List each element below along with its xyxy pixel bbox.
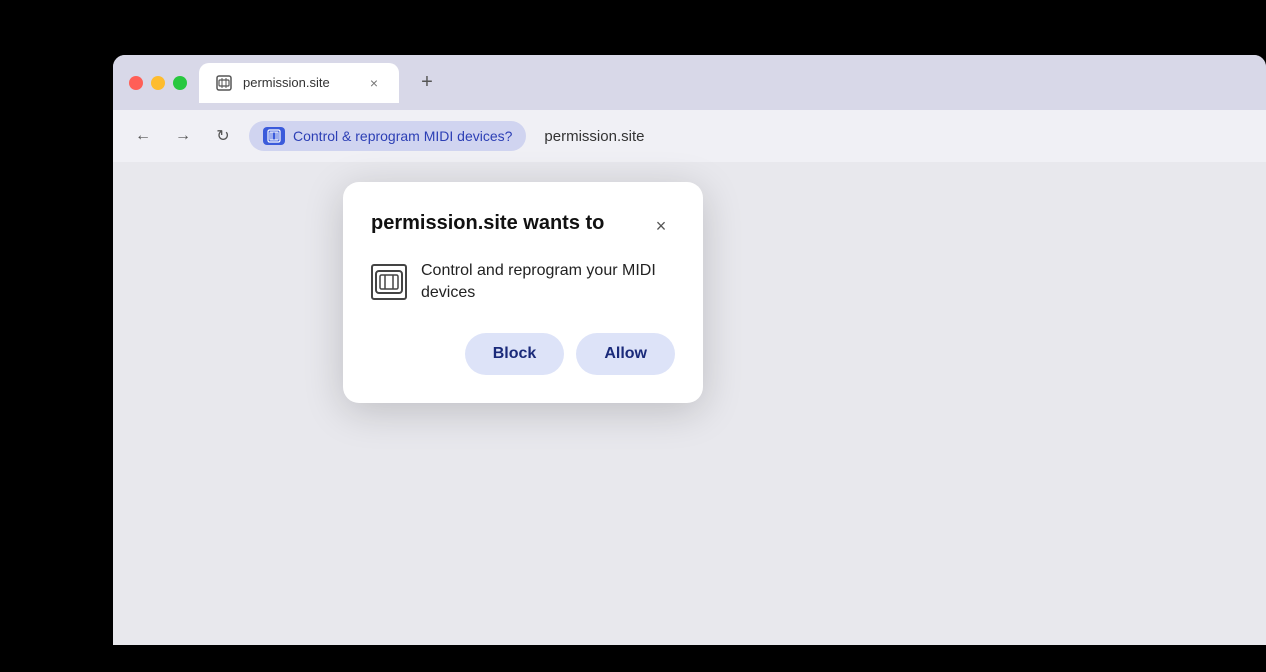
browser-window: permission.site × + ← → ↻ Control & repr… [113,55,1266,645]
dialog-title: permission.site wants to [371,210,604,236]
back-button[interactable]: ← [129,122,157,150]
tab-favicon-icon [215,74,233,92]
close-window-button[interactable] [129,76,143,90]
tab-title: permission.site [243,75,355,90]
dialog-close-button[interactable]: × [647,212,675,240]
allow-button[interactable]: Allow [576,333,675,375]
permission-indicator[interactable]: Control & reprogram MIDI devices? [249,121,526,151]
url-display: permission.site [544,128,644,145]
page-content: permission.site wants to × Control and r… [113,162,1266,645]
tab-close-button[interactable]: × [365,74,383,92]
maximize-window-button[interactable] [173,76,187,90]
dialog-body: Control and reprogram your MIDI devices [371,260,675,305]
nav-bar: ← → ↻ Control & reprogram MIDI devices? … [113,110,1266,162]
traffic-lights [129,76,187,90]
browser-tab[interactable]: permission.site × [199,63,399,103]
minimize-window-button[interactable] [151,76,165,90]
permission-dialog: permission.site wants to × Control and r… [343,182,703,403]
block-button[interactable]: Block [465,333,565,375]
dialog-description: Control and reprogram your MIDI devices [421,260,675,305]
reload-button[interactable]: ↻ [209,122,237,150]
forward-button[interactable]: → [169,122,197,150]
permission-text: Control & reprogram MIDI devices? [293,128,512,144]
dialog-header: permission.site wants to × [371,210,675,240]
midi-permission-icon [263,127,285,145]
midi-icon [371,264,407,300]
title-bar: permission.site × + [113,55,1266,110]
dialog-actions: Block Allow [371,333,675,375]
new-tab-button[interactable]: + [411,67,443,99]
